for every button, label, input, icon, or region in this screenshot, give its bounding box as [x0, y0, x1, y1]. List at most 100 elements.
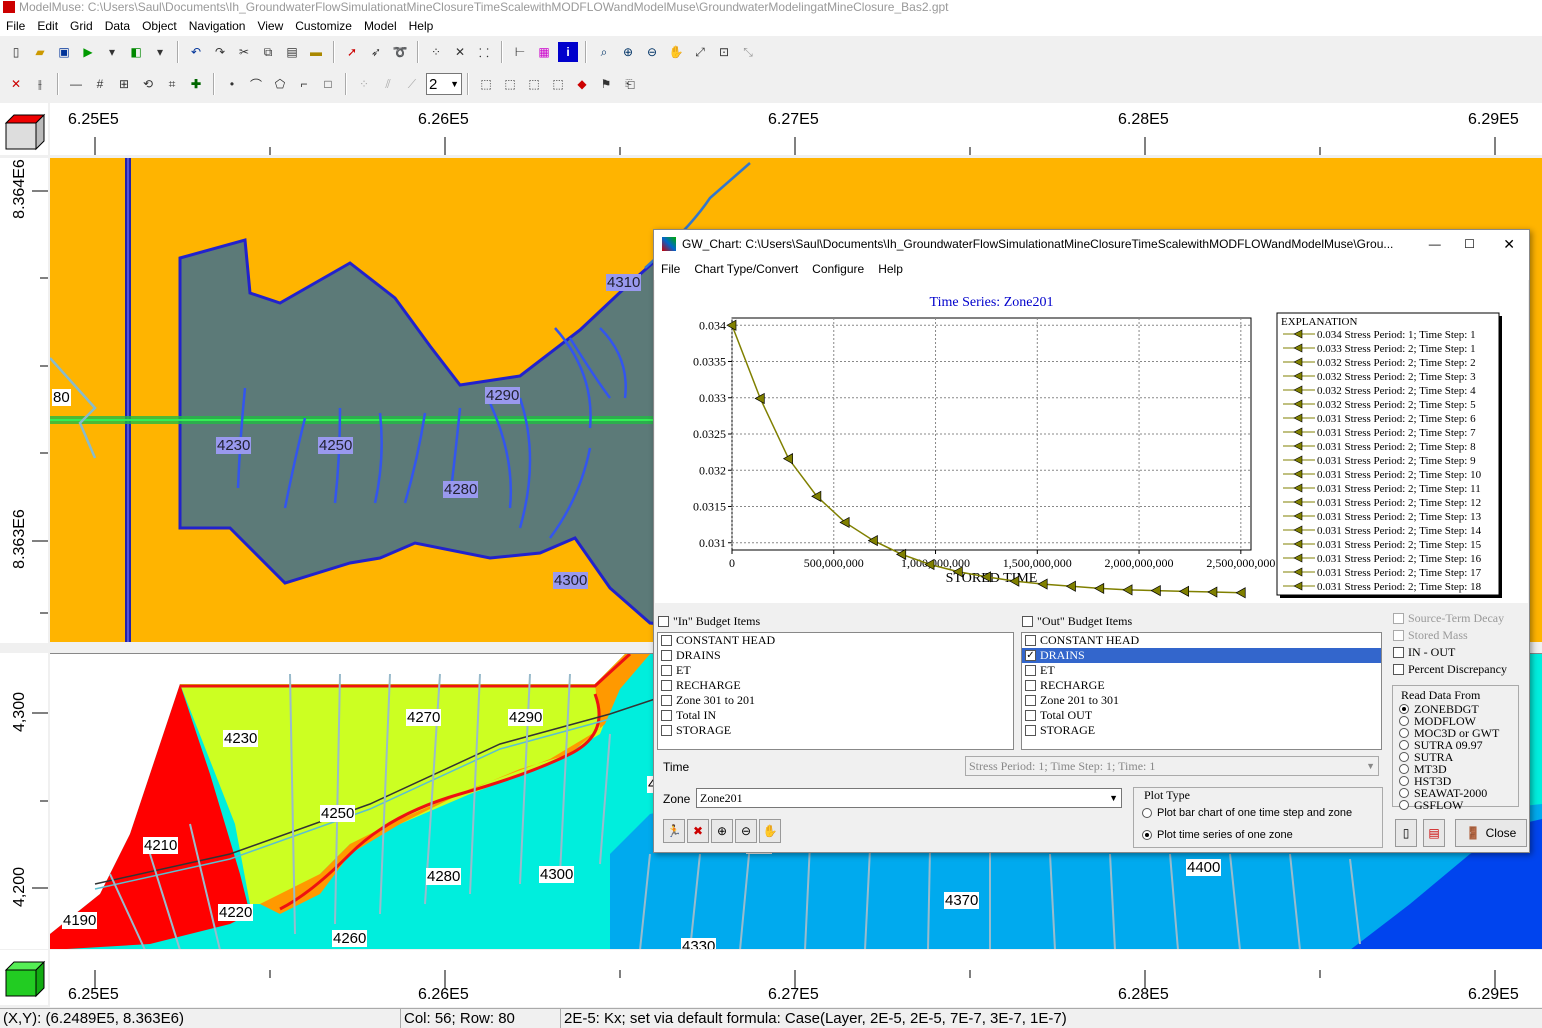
split-icon[interactable]: ⫽ — [378, 74, 398, 94]
point-object-icon[interactable]: • — [222, 74, 242, 94]
in-budget-checkbox[interactable] — [658, 616, 669, 627]
list-item[interactable]: RECHARGE — [658, 678, 1013, 693]
time-select[interactable]: Stress Period: 1; Time Step: 1; Time: 1 ▼ — [965, 756, 1379, 776]
maximize-icon[interactable]: ☐ — [1450, 237, 1490, 251]
in-budget-header[interactable]: "In" Budget Items — [658, 614, 760, 629]
copy-chart-icon[interactable]: ▯ — [1395, 819, 1417, 847]
redo-icon[interactable]: ↷ — [210, 42, 230, 62]
menu-grid[interactable]: Grid — [64, 19, 99, 33]
list-item[interactable]: ET — [658, 663, 1013, 678]
select-point-icon[interactable]: ➶ — [366, 42, 386, 62]
layer-front-icon[interactable]: ⬚ — [500, 74, 520, 94]
zoom-in-icon[interactable]: ⊕ — [711, 819, 733, 843]
gw-chart-window[interactable]: GW_Chart: C:\Users\Saul\Documents\Ih_Gro… — [653, 229, 1530, 853]
ruler-icon[interactable]: ▬ — [306, 42, 326, 62]
list-item[interactable]: CONSTANT HEAD — [1022, 633, 1381, 648]
pointer-icon[interactable]: ⎗ — [620, 74, 640, 94]
menu-model[interactable]: Model — [358, 19, 403, 33]
add-column-icon[interactable]: ⫲ — [30, 74, 50, 94]
merge-icon[interactable]: ⟋ — [402, 74, 422, 94]
polygon-object-icon[interactable]: ⬠ — [270, 74, 290, 94]
out-budget-checkbox[interactable] — [1022, 616, 1033, 627]
plot-type-option[interactable]: Plot time series of one zone — [1142, 823, 1382, 847]
gw-menu-file[interactable]: File — [654, 262, 687, 276]
top-view-cube-icon[interactable] — [0, 103, 48, 155]
copy-icon[interactable]: ⧉ — [258, 42, 278, 62]
run-icon[interactable]: 🏃 — [663, 819, 685, 843]
stop-icon[interactable]: ✖ — [687, 819, 709, 843]
option-in-out[interactable]: IN - OUT — [1393, 644, 1529, 661]
zoom-window-icon[interactable]: ⊡ — [714, 42, 734, 62]
gw-menu-help[interactable]: Help — [871, 262, 910, 276]
generate-grid-icon[interactable]: ⌗ — [162, 74, 182, 94]
out-budget-list[interactable]: CONSTANT HEAD ✓ DRAINS ET RECHARGE Zone 2… — [1021, 632, 1382, 750]
paste-icon[interactable]: ▤ — [282, 42, 302, 62]
list-item[interactable]: CONSTANT HEAD — [658, 633, 1013, 648]
color-layer-icon[interactable]: ◆ — [572, 74, 592, 94]
restore-view-icon[interactable]: ⤡ — [738, 42, 758, 62]
menu-navigation[interactable]: Navigation — [183, 19, 252, 33]
straight-line-icon[interactable]: ⌐ — [294, 74, 314, 94]
list-item-selected[interactable]: ✓ DRAINS — [1022, 648, 1381, 663]
zoom-extents-icon[interactable]: ⤢ — [690, 42, 710, 62]
grid-spacing-icon[interactable]: ⊞ — [114, 74, 134, 94]
zoom-icon[interactable]: ⌕ — [594, 42, 614, 62]
align-icon[interactable]: ⊢ — [510, 42, 530, 62]
menu-object[interactable]: Object — [136, 19, 183, 33]
menu-help[interactable]: Help — [403, 19, 440, 33]
list-item[interactable]: STORAGE — [658, 723, 1013, 738]
list-item[interactable]: ET — [1022, 663, 1381, 678]
layer-top-icon[interactable]: ⬚ — [476, 74, 496, 94]
menu-edit[interactable]: Edit — [31, 19, 64, 33]
close-window-icon[interactable]: ✕ — [1489, 236, 1529, 253]
minimize-icon[interactable]: — — [1420, 237, 1450, 251]
layer-3d-icon[interactable]: ⬚ — [548, 74, 568, 94]
polyline-object-icon[interactable]: ⌒ — [246, 74, 266, 94]
cut-icon[interactable]: ✂ — [234, 42, 254, 62]
color-grid-icon[interactable]: ▦ — [534, 42, 554, 62]
model-viewer-icon[interactable]: ◧ — [126, 42, 146, 62]
list-item[interactable]: Zone 201 to 301 — [1022, 693, 1381, 708]
list-item[interactable]: Total IN — [658, 708, 1013, 723]
save-icon[interactable]: ▣ — [54, 42, 74, 62]
select-arrow-icon[interactable]: ➚ — [342, 42, 362, 62]
list-item[interactable]: Zone 301 to 201 — [658, 693, 1013, 708]
export-icon[interactable]: ▾ — [102, 42, 122, 62]
plot-type-option[interactable]: Plot bar chart of one time step and zone — [1142, 803, 1382, 823]
list-item[interactable]: DRAINS — [658, 648, 1013, 663]
option-percent-discrepancy[interactable]: Percent Discrepancy — [1393, 661, 1529, 678]
out-budget-header[interactable]: "Out" Budget Items — [1022, 614, 1132, 629]
line-icon[interactable]: — — [66, 74, 86, 94]
list-item[interactable]: RECHARGE — [1022, 678, 1381, 693]
edit-vertices-icon[interactable]: ⁘ — [354, 74, 374, 94]
layer-side-icon[interactable]: ⬚ — [524, 74, 544, 94]
close-button[interactable]: 🚪 Close — [1455, 819, 1527, 847]
front-view-cube-icon[interactable] — [0, 950, 48, 1005]
zoom-in-icon[interactable]: ⊕ — [618, 42, 638, 62]
menu-file[interactable]: File — [0, 19, 31, 33]
gw-menu-chart-type[interactable]: Chart Type/Convert — [687, 262, 805, 276]
gw-menu-configure[interactable]: Configure — [805, 262, 871, 276]
vertex-icon[interactable]: ⁘ — [426, 42, 446, 62]
print-icon[interactable]: ▤ — [1423, 819, 1445, 847]
zoom-out-icon[interactable]: ⊖ — [642, 42, 662, 62]
layer-select[interactable]: 2 ▼ — [426, 73, 462, 95]
rectangle-object-icon[interactable]: □ — [318, 74, 338, 94]
delete-segment-icon[interactable]: ⸬ — [474, 42, 494, 62]
list-item[interactable]: Total OUT — [1022, 708, 1381, 723]
option-stored-mass[interactable]: Stored Mass — [1393, 627, 1529, 644]
pan-icon[interactable]: ✋ — [666, 42, 686, 62]
new-file-icon[interactable]: ▯ — [6, 42, 26, 62]
grid-icon[interactable]: # — [90, 74, 110, 94]
zoom-out-icon[interactable]: ⊖ — [735, 819, 757, 843]
menu-view[interactable]: View — [251, 19, 289, 33]
insert-vertex-icon[interactable]: ✕ — [450, 42, 470, 62]
zone-select[interactable]: Zone201 ▼ — [696, 788, 1122, 808]
menu-data[interactable]: Data — [99, 19, 136, 33]
menu-customize[interactable]: Customize — [289, 19, 358, 33]
run-model-icon[interactable]: ▶ — [78, 42, 98, 62]
info-icon[interactable]: i — [558, 42, 578, 62]
dropdown-icon[interactable]: ▾ — [150, 42, 170, 62]
rotate-grid-icon[interactable]: ⟲ — [138, 74, 158, 94]
open-file-icon[interactable]: ▰ — [30, 42, 50, 62]
